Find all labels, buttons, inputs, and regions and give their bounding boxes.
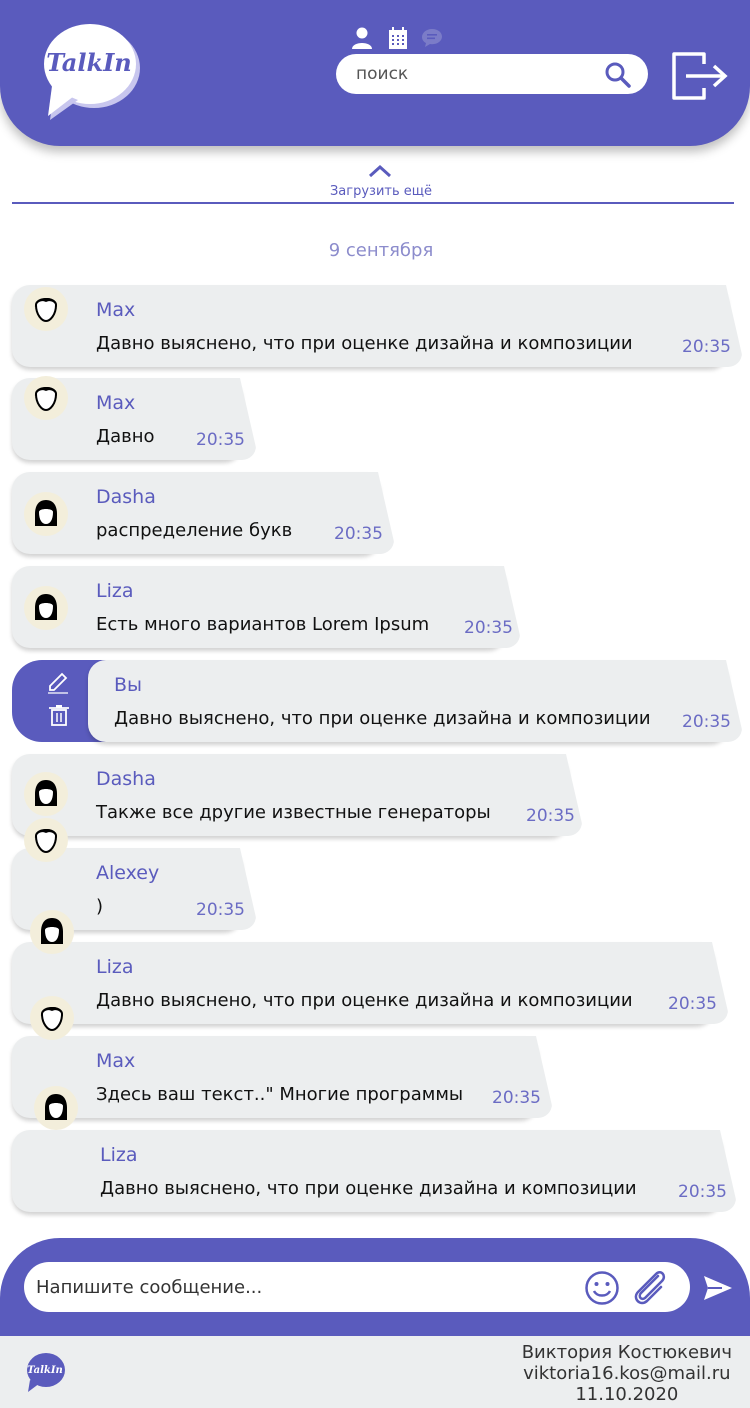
app-logo[interactable]: TalkIn — [40, 18, 142, 126]
avatar-max[interactable] — [24, 376, 68, 420]
message-author[interactable]: Alexey — [96, 862, 159, 884]
message-author[interactable]: Max — [96, 299, 135, 321]
message-bubble[interactable]: Dasha Также все другие известные генерат… — [12, 754, 582, 836]
male-avatar-icon — [34, 386, 58, 412]
message-bubble[interactable]: Liza Давно выяснено, что при оценке диза… — [12, 942, 728, 1024]
message-time: 20:35 — [334, 524, 383, 544]
message-text: Давно выяснено, что при оценке дизайна и… — [100, 1178, 637, 1199]
footer-author: Виктория Костюкевич — [521, 1342, 732, 1363]
avatar-liza[interactable] — [34, 1086, 78, 1130]
message-text: Здесь ваш текст.." Многие программы — [96, 1084, 464, 1105]
search-input[interactable] — [356, 54, 596, 94]
female-avatar-icon — [41, 918, 63, 944]
message-bubble[interactable]: Liza Есть много вариантов Lorem Ipsum 20… — [12, 566, 520, 648]
message-time: 20:35 — [196, 430, 245, 450]
send-icon[interactable] — [702, 1274, 734, 1302]
message-text: Давно выяснено, что при оценке дизайна и… — [114, 708, 651, 729]
message-time: 20:35 — [464, 618, 513, 638]
message-time: 20:35 — [526, 806, 575, 826]
search-icon[interactable] — [604, 61, 632, 89]
message-time: 20:35 — [682, 337, 731, 357]
message-author[interactable]: Liza — [100, 1144, 137, 1166]
footer-logo-text: TalkIn — [27, 1365, 63, 1376]
divider — [12, 202, 734, 204]
edit-icon[interactable] — [46, 672, 70, 694]
message-bubble[interactable]: Max Здесь ваш текст.." Многие программы … — [12, 1036, 552, 1118]
message-text: Давно — [96, 426, 155, 447]
chevron-up-icon — [368, 164, 392, 178]
avatar-liza[interactable] — [24, 586, 68, 630]
message-time: 20:35 — [196, 900, 245, 920]
logout-icon[interactable] — [670, 50, 730, 102]
message-author[interactable]: Liza — [96, 956, 133, 978]
message-text: Давно выяснено, что при оценке дизайна и… — [96, 990, 633, 1011]
calendar-icon[interactable] — [386, 26, 410, 50]
male-avatar-icon — [34, 828, 58, 854]
profile-icon[interactable] — [350, 26, 374, 50]
date-separator: 9 сентября — [328, 240, 434, 261]
header: TalkIn — [0, 0, 750, 146]
message-time: 20:35 — [682, 712, 731, 732]
message-bubble[interactable]: Liza Давно выяснено, что при оценке диза… — [12, 1130, 736, 1212]
avatar-alexey[interactable] — [24, 818, 68, 862]
load-more-label: Загрузить ещё — [329, 184, 433, 199]
message-text: Давно выяснено, что при оценке дизайна и… — [96, 333, 633, 354]
message-input[interactable] — [36, 1262, 576, 1312]
app-logo-text: TalkIn — [46, 48, 132, 77]
message-author[interactable]: Max — [96, 392, 135, 414]
message-time: 20:35 — [668, 994, 717, 1014]
message-text: Также все другие известные генераторы — [96, 802, 491, 823]
avatar-dasha[interactable] — [24, 772, 68, 816]
female-avatar-icon — [35, 780, 57, 806]
message-time: 20:35 — [492, 1088, 541, 1108]
footer-logo: TalkIn — [27, 1353, 65, 1392]
female-avatar-icon — [35, 594, 57, 620]
male-avatar-icon — [40, 1006, 64, 1032]
message-text: ) — [96, 896, 104, 917]
footer-date: 11.10.2020 — [575, 1384, 679, 1405]
load-more-button[interactable]: Загрузить ещё — [0, 160, 750, 204]
message-author[interactable]: Dasha — [96, 768, 156, 790]
message-time: 20:35 — [678, 1182, 727, 1202]
avatar-liza[interactable] — [30, 910, 74, 954]
footer-email[interactable]: viktoria16.kos@mail.ru — [522, 1363, 732, 1384]
paperclip-icon[interactable] — [628, 1266, 670, 1308]
male-avatar-icon — [34, 297, 58, 323]
top-icon-bar — [350, 26, 446, 52]
avatar-max[interactable] — [30, 996, 74, 1040]
female-avatar-icon — [35, 500, 57, 526]
message-bubble[interactable]: Max Давно выяснено, что при оценке дизай… — [12, 285, 742, 367]
search-box[interactable] — [336, 54, 648, 94]
message-author[interactable]: Max — [96, 1050, 135, 1072]
female-avatar-icon — [45, 1094, 67, 1120]
avatar-max[interactable] — [24, 287, 68, 331]
chat-icon[interactable] — [420, 26, 444, 50]
message-author[interactable]: Dasha — [96, 486, 156, 508]
message-text: Есть много вариантов Lorem Ipsum — [96, 614, 430, 635]
message-text: распределение букв — [96, 520, 293, 541]
own-message-bubble[interactable]: Вы Давно выяснено, что при оценке дизайн… — [88, 660, 742, 742]
footer-info: Виктория Костюкевич viktoria16.kos@mail.… — [522, 1342, 732, 1405]
trash-icon[interactable] — [48, 704, 70, 726]
avatar-dasha[interactable] — [24, 492, 68, 536]
message-author: Вы — [114, 674, 143, 696]
emoji-icon[interactable] — [584, 1270, 620, 1306]
message-author[interactable]: Liza — [96, 580, 133, 602]
